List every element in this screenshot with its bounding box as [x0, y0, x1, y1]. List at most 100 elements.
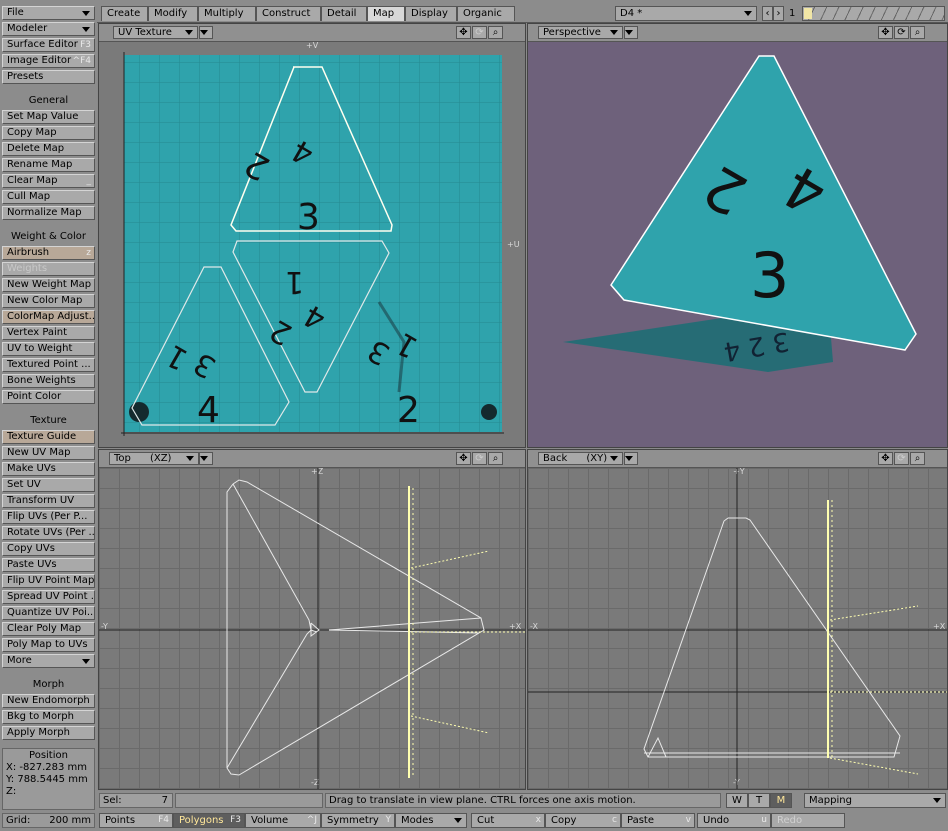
copy-uvs-button[interactable]: Copy UVs: [2, 542, 95, 556]
tab-map[interactable]: Map: [367, 6, 405, 21]
hotkey-label: F3: [80, 40, 91, 50]
top-viewport[interactable]: Top (XZ) ✥ ⟳ ⌕ +Z -Z -Y +X: [98, 449, 526, 790]
weights-button[interactable]: Weights: [2, 262, 95, 276]
prev-layer-button[interactable]: ‹: [762, 6, 773, 21]
symmetry-toggle[interactable]: Symmetry Y: [321, 813, 395, 828]
set-map-value-button[interactable]: Set Map Value: [2, 110, 95, 124]
more-button[interactable]: More: [2, 654, 95, 668]
new-weight-map-button[interactable]: New Weight Map: [2, 278, 95, 292]
hotkey-label: c: [612, 815, 617, 825]
texture-guide-button[interactable]: Texture Guide: [2, 430, 95, 444]
copy-button[interactable]: Copy c: [545, 813, 621, 828]
uv-texture-viewport[interactable]: UV Texture ✥ ⟳ ⌕ +V +U 243124134312: [98, 23, 526, 448]
move-view-icon[interactable]: ✥: [878, 26, 893, 39]
undo-button[interactable]: Undo u: [697, 813, 771, 828]
tab-organic[interactable]: Organic: [457, 6, 515, 21]
copy-map-button[interactable]: Copy Map: [2, 126, 95, 140]
rename-map-button[interactable]: Rename Map: [2, 158, 95, 172]
viewport-options-button[interactable]: [624, 26, 638, 39]
paste-uvs-button[interactable]: Paste UVs: [2, 558, 95, 572]
perspective-viewport[interactable]: Perspective ✥ ⟳ ⌕ 2 4 3 3 2 4: [527, 23, 948, 448]
flip-uv-point-map-button[interactable]: Flip UV Point Map: [2, 574, 95, 588]
delete-map-button[interactable]: Delete Map: [2, 142, 95, 156]
bkg-to-morph-button[interactable]: Bkg to Morph: [2, 710, 95, 724]
airbrush-button[interactable]: Airbrush z: [2, 246, 95, 260]
layer-buttons[interactable]: [802, 6, 945, 21]
rotate-view-icon[interactable]: ⟳: [472, 26, 487, 39]
point-color-button[interactable]: Point Color: [2, 390, 95, 404]
tab-display[interactable]: Display: [405, 6, 457, 21]
viewport-options-button[interactable]: [624, 452, 638, 465]
back-canvas[interactable]: +Y -Y -X +X: [528, 468, 947, 789]
top-canvas[interactable]: +Z -Z -Y +X: [99, 468, 525, 789]
rotate-view-icon[interactable]: ⟳: [894, 26, 909, 39]
cut-button[interactable]: Cut x: [471, 813, 545, 828]
weight-color-header: Weight & Color: [10, 231, 87, 242]
back-viewport[interactable]: Back (XY) ✥ ⟳ ⌕ +Y -Y -X +X: [527, 449, 948, 790]
help-message: Drag to translate in view plane. CTRL fo…: [325, 793, 721, 808]
view-type-select[interactable]: Top (XZ): [109, 452, 199, 465]
zoom-view-icon[interactable]: ⌕: [488, 452, 503, 465]
move-view-icon[interactable]: ✥: [456, 26, 471, 39]
bone-weights-button[interactable]: Bone Weights: [2, 374, 95, 388]
map-type-select[interactable]: Mapping: [804, 793, 946, 808]
volume-mode-button[interactable]: Volume ^J: [245, 813, 321, 828]
button-label: Symmetry: [327, 815, 379, 826]
cull-map-button[interactable]: Cull Map: [2, 190, 95, 204]
tab-detail[interactable]: Detail: [321, 6, 367, 21]
normalize-map-button[interactable]: Normalize Map: [2, 206, 95, 220]
uv-to-weight-button[interactable]: UV to Weight: [2, 342, 95, 356]
view-type-select[interactable]: Perspective: [538, 26, 623, 39]
new-uv-map-button[interactable]: New UV Map: [2, 446, 95, 460]
image-editor-button[interactable]: Image Editor ^F4: [2, 54, 95, 68]
viewport-options-button[interactable]: [199, 452, 213, 465]
paste-button[interactable]: Paste v: [621, 813, 695, 828]
set-uv-button[interactable]: Set UV: [2, 478, 95, 492]
tab-create[interactable]: Create: [101, 6, 148, 21]
textured-point-button[interactable]: Textured Point ...: [2, 358, 95, 372]
poly-map-to-uvs-button[interactable]: Poly Map to UVs: [2, 638, 95, 652]
m-toggle[interactable]: M: [770, 793, 792, 808]
transform-uv-button[interactable]: Transform UV: [2, 494, 95, 508]
move-view-icon[interactable]: ✥: [878, 452, 893, 465]
redo-button[interactable]: Redo: [771, 813, 845, 828]
zoom-view-icon[interactable]: ⌕: [488, 26, 503, 39]
view-type-select[interactable]: Back (XY): [538, 452, 623, 465]
move-view-icon[interactable]: ✥: [456, 452, 471, 465]
modes-menu[interactable]: Modes: [395, 813, 467, 828]
t-toggle[interactable]: T: [748, 793, 770, 808]
polygons-mode-button[interactable]: Polygons F3: [173, 813, 245, 828]
perspective-canvas[interactable]: 2 4 3 3 2 4: [528, 42, 947, 447]
points-mode-button[interactable]: Points F4: [99, 813, 173, 828]
clear-poly-map-button[interactable]: Clear Poly Map: [2, 622, 95, 636]
arrow-right-icon: ›: [776, 8, 781, 19]
zoom-view-icon[interactable]: ⌕: [910, 26, 925, 39]
new-color-map-button[interactable]: New Color Map: [2, 294, 95, 308]
tab-construct[interactable]: Construct: [256, 6, 321, 21]
vertex-paint-button[interactable]: Vertex Paint: [2, 326, 95, 340]
make-uvs-button[interactable]: Make UVs: [2, 462, 95, 476]
zoom-view-icon[interactable]: ⌕: [910, 452, 925, 465]
rotate-uvs-per-button[interactable]: Rotate UVs (Per ...: [2, 526, 95, 540]
object-selector[interactable]: D4 *: [615, 6, 757, 21]
presets-button[interactable]: Presets: [2, 70, 95, 84]
flip-uvs-per-p-button[interactable]: Flip UVs (Per P...: [2, 510, 95, 524]
view-type-select[interactable]: UV Texture: [113, 26, 198, 39]
clear-map-button[interactable]: Clear Map _: [2, 174, 95, 188]
w-toggle[interactable]: W: [726, 793, 748, 808]
colormap-adjust-button[interactable]: ColorMap Adjust...: [2, 310, 95, 324]
uv-canvas[interactable]: +V +U 243124134312: [99, 42, 525, 447]
rotate-view-icon[interactable]: ⟳: [472, 452, 487, 465]
tab-multiply[interactable]: Multiply: [198, 6, 256, 21]
new-endomorph-button[interactable]: New Endomorph: [2, 694, 95, 708]
apply-morph-button[interactable]: Apply Morph: [2, 726, 95, 740]
next-layer-button[interactable]: ›: [773, 6, 784, 21]
tab-modify[interactable]: Modify: [148, 6, 198, 21]
quantize-uv-poi-button[interactable]: Quantize UV Poi...: [2, 606, 95, 620]
surface-editor-button[interactable]: Surface Editor F3: [2, 38, 95, 52]
rotate-view-icon[interactable]: ⟳: [894, 452, 909, 465]
modeler-menu[interactable]: Modeler: [2, 22, 95, 36]
viewport-options-button[interactable]: [199, 26, 213, 39]
spread-uv-point-button[interactable]: Spread UV Point ...: [2, 590, 95, 604]
file-menu[interactable]: File: [2, 6, 95, 20]
